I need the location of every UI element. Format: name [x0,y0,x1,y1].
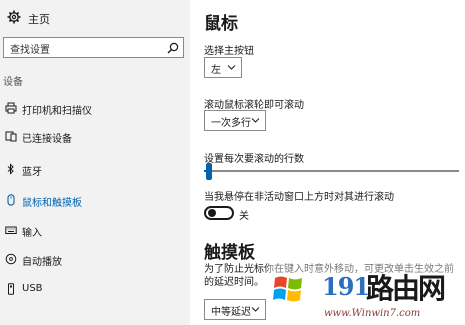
bluetooth-icon [7,163,14,175]
keyboard-icon [5,226,17,234]
home-nav-item[interactable]: 主页 [0,4,190,32]
sidebar-item-autoplay[interactable]: 自动播放 [0,248,190,272]
sidebar-item-printers[interactable]: 打印机和扫描仪 [0,97,190,121]
sidebar-item-typing[interactable]: 输入 [0,219,190,243]
page-title: 鼠标 [204,14,238,34]
sidebar-item-connected-devices[interactable]: 已连接设备 [0,125,190,149]
printer-icon [5,102,17,114]
sidebar-item-label: 打印机和扫描仪 [22,106,92,117]
sidebar-item-bluetooth[interactable]: 蓝牙 [0,158,190,182]
search-icon[interactable] [167,42,179,54]
windows-logo-icon [273,276,302,302]
watermark-number: 191 [322,272,370,301]
sidebar-item-label: 已连接设备 [22,134,72,145]
search-placeholder: 查找设置 [10,45,50,56]
primary-button-label: 选择主按钮 [204,46,254,57]
scroll-mode-dropdown[interactable]: 一次多行 [204,110,266,131]
scroll-mode-value: 一次多行 [211,118,251,129]
sidebar-item-label: USB [22,283,43,294]
touchpad-delay-value: 中等延迟 [211,307,251,318]
inactive-scroll-state: 关 [239,211,249,222]
sidebar-item-label: 蓝牙 [22,167,42,178]
autoplay-icon [5,253,17,265]
primary-button-value: 左 [211,65,221,76]
scroll-lines-slider-thumb[interactable] [206,163,213,180]
scroll-mode-label: 滚动鼠标滚轮即可滚动 [204,100,304,111]
sidebar-item-label: 鼠标和触摸板 [22,198,82,209]
touchpad-section-title: 触摸板 [204,243,255,263]
sidebar-item-label: 自动播放 [22,257,62,268]
section-label-devices: 设备 [3,77,23,88]
inactive-scroll-label: 当我悬停在非活动窗口上方时对其进行滚动 [204,192,394,203]
gear-icon [7,10,21,24]
sidebar-item-label: 输入 [22,228,42,239]
watermark-url: www.Winwin7.com [324,308,421,319]
chevron-down-icon [251,307,260,312]
primary-button-dropdown[interactable]: 左 [204,57,242,78]
touchpad-delay-dropdown[interactable]: 中等延迟 [204,299,266,320]
sidebar-item-mouse-touchpad[interactable]: 鼠标和触摸板 [0,189,190,213]
scroll-lines-slider[interactable] [204,170,459,172]
inactive-scroll-toggle[interactable] [204,206,234,220]
watermark: 191 路由网 www.Winwin7.com [268,262,465,325]
chevron-down-icon [227,65,236,70]
watermark-text: 路由网 [366,272,446,305]
scroll-lines-label: 设置每次要滚动的行数 [204,154,304,165]
search-input[interactable]: 查找设置 [3,37,184,58]
mouse-icon [7,194,15,206]
sidebar: 主页 查找设置 设备 打印机和扫描仪 已连接设备 蓝牙 鼠标和触摸板 输入 自动… [0,0,190,325]
sidebar-item-usb[interactable]: USB [0,278,190,302]
chevron-down-icon [251,118,260,123]
connected-devices-icon [5,131,17,142]
toggle-knob [208,209,216,217]
home-label: 主页 [28,13,50,26]
usb-icon [8,283,14,295]
